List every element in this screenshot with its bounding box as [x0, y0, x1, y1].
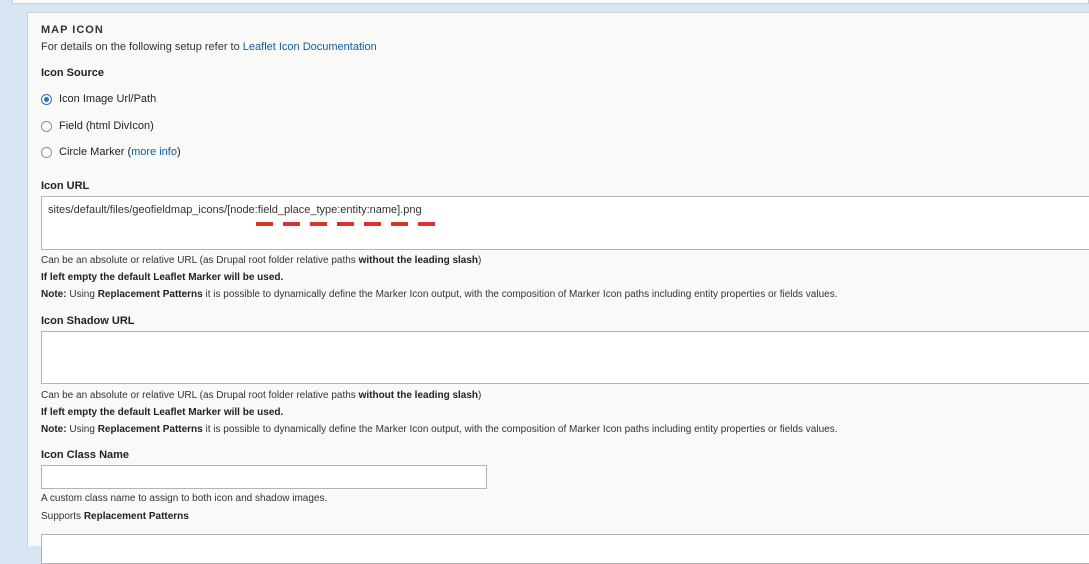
- more-info-link[interactable]: more info: [131, 146, 177, 158]
- icon-shadow-help-1: Can be an absolute or relative URL (as D…: [41, 390, 482, 401]
- radio-icon-image-url[interactable]: Icon Image Url/Path: [41, 93, 156, 105]
- icon-shadow-url-field[interactable]: [41, 331, 1089, 384]
- icon-shadow-help-3: Note: Using Replacement Patterns it is p…: [41, 424, 838, 435]
- radio-button-checked[interactable]: [41, 93, 52, 105]
- icon-url-help-3: Note: Using Replacement Patterns it is p…: [41, 289, 838, 300]
- icon-shadow-url-label: Icon Shadow URL: [41, 315, 135, 327]
- leaflet-docs-link[interactable]: Leaflet Icon Documentation: [243, 41, 377, 53]
- intro-text: For details on the following setup refer…: [41, 41, 243, 53]
- icon-url-label: Icon URL: [41, 180, 90, 192]
- radio-button[interactable]: [41, 146, 52, 158]
- icon-shadow-help-2: If left empty the default Leaflet Marker…: [41, 407, 284, 418]
- previous-section-panel: [12, 0, 1089, 4]
- red-dashed-annotation: [256, 222, 436, 226]
- icon-class-name-input[interactable]: [41, 465, 487, 489]
- radio-field-html-divicon[interactable]: Field (html DivIcon): [41, 120, 154, 132]
- section-intro: For details on the following setup refer…: [41, 41, 377, 53]
- icon-class-help-2: Supports Replacement Patterns: [41, 511, 189, 522]
- next-field-partial[interactable]: [41, 534, 1089, 564]
- icon-url-help-2: If left empty the default Leaflet Marker…: [41, 272, 284, 283]
- radio-button[interactable]: [41, 120, 52, 132]
- radio-label: Icon Image Url/Path: [59, 93, 157, 105]
- icon-url-value: sites/default/files/geofieldmap_icons/[n…: [48, 204, 422, 216]
- radio-label: Circle Marker (more info): [59, 146, 181, 158]
- radio-circle-marker[interactable]: Circle Marker (more info): [41, 146, 181, 158]
- icon-class-help-1: A custom class name to assign to both ic…: [41, 493, 328, 504]
- icon-class-name-label: Icon Class Name: [41, 449, 130, 461]
- icon-source-label: Icon Source: [41, 67, 104, 79]
- icon-url-field[interactable]: sites/default/files/geofieldmap_icons/[n…: [41, 196, 1089, 250]
- section-title: MAP ICON: [41, 24, 104, 36]
- icon-url-help-1: Can be an absolute or relative URL (as D…: [41, 255, 482, 266]
- radio-label: Field (html DivIcon): [59, 120, 154, 132]
